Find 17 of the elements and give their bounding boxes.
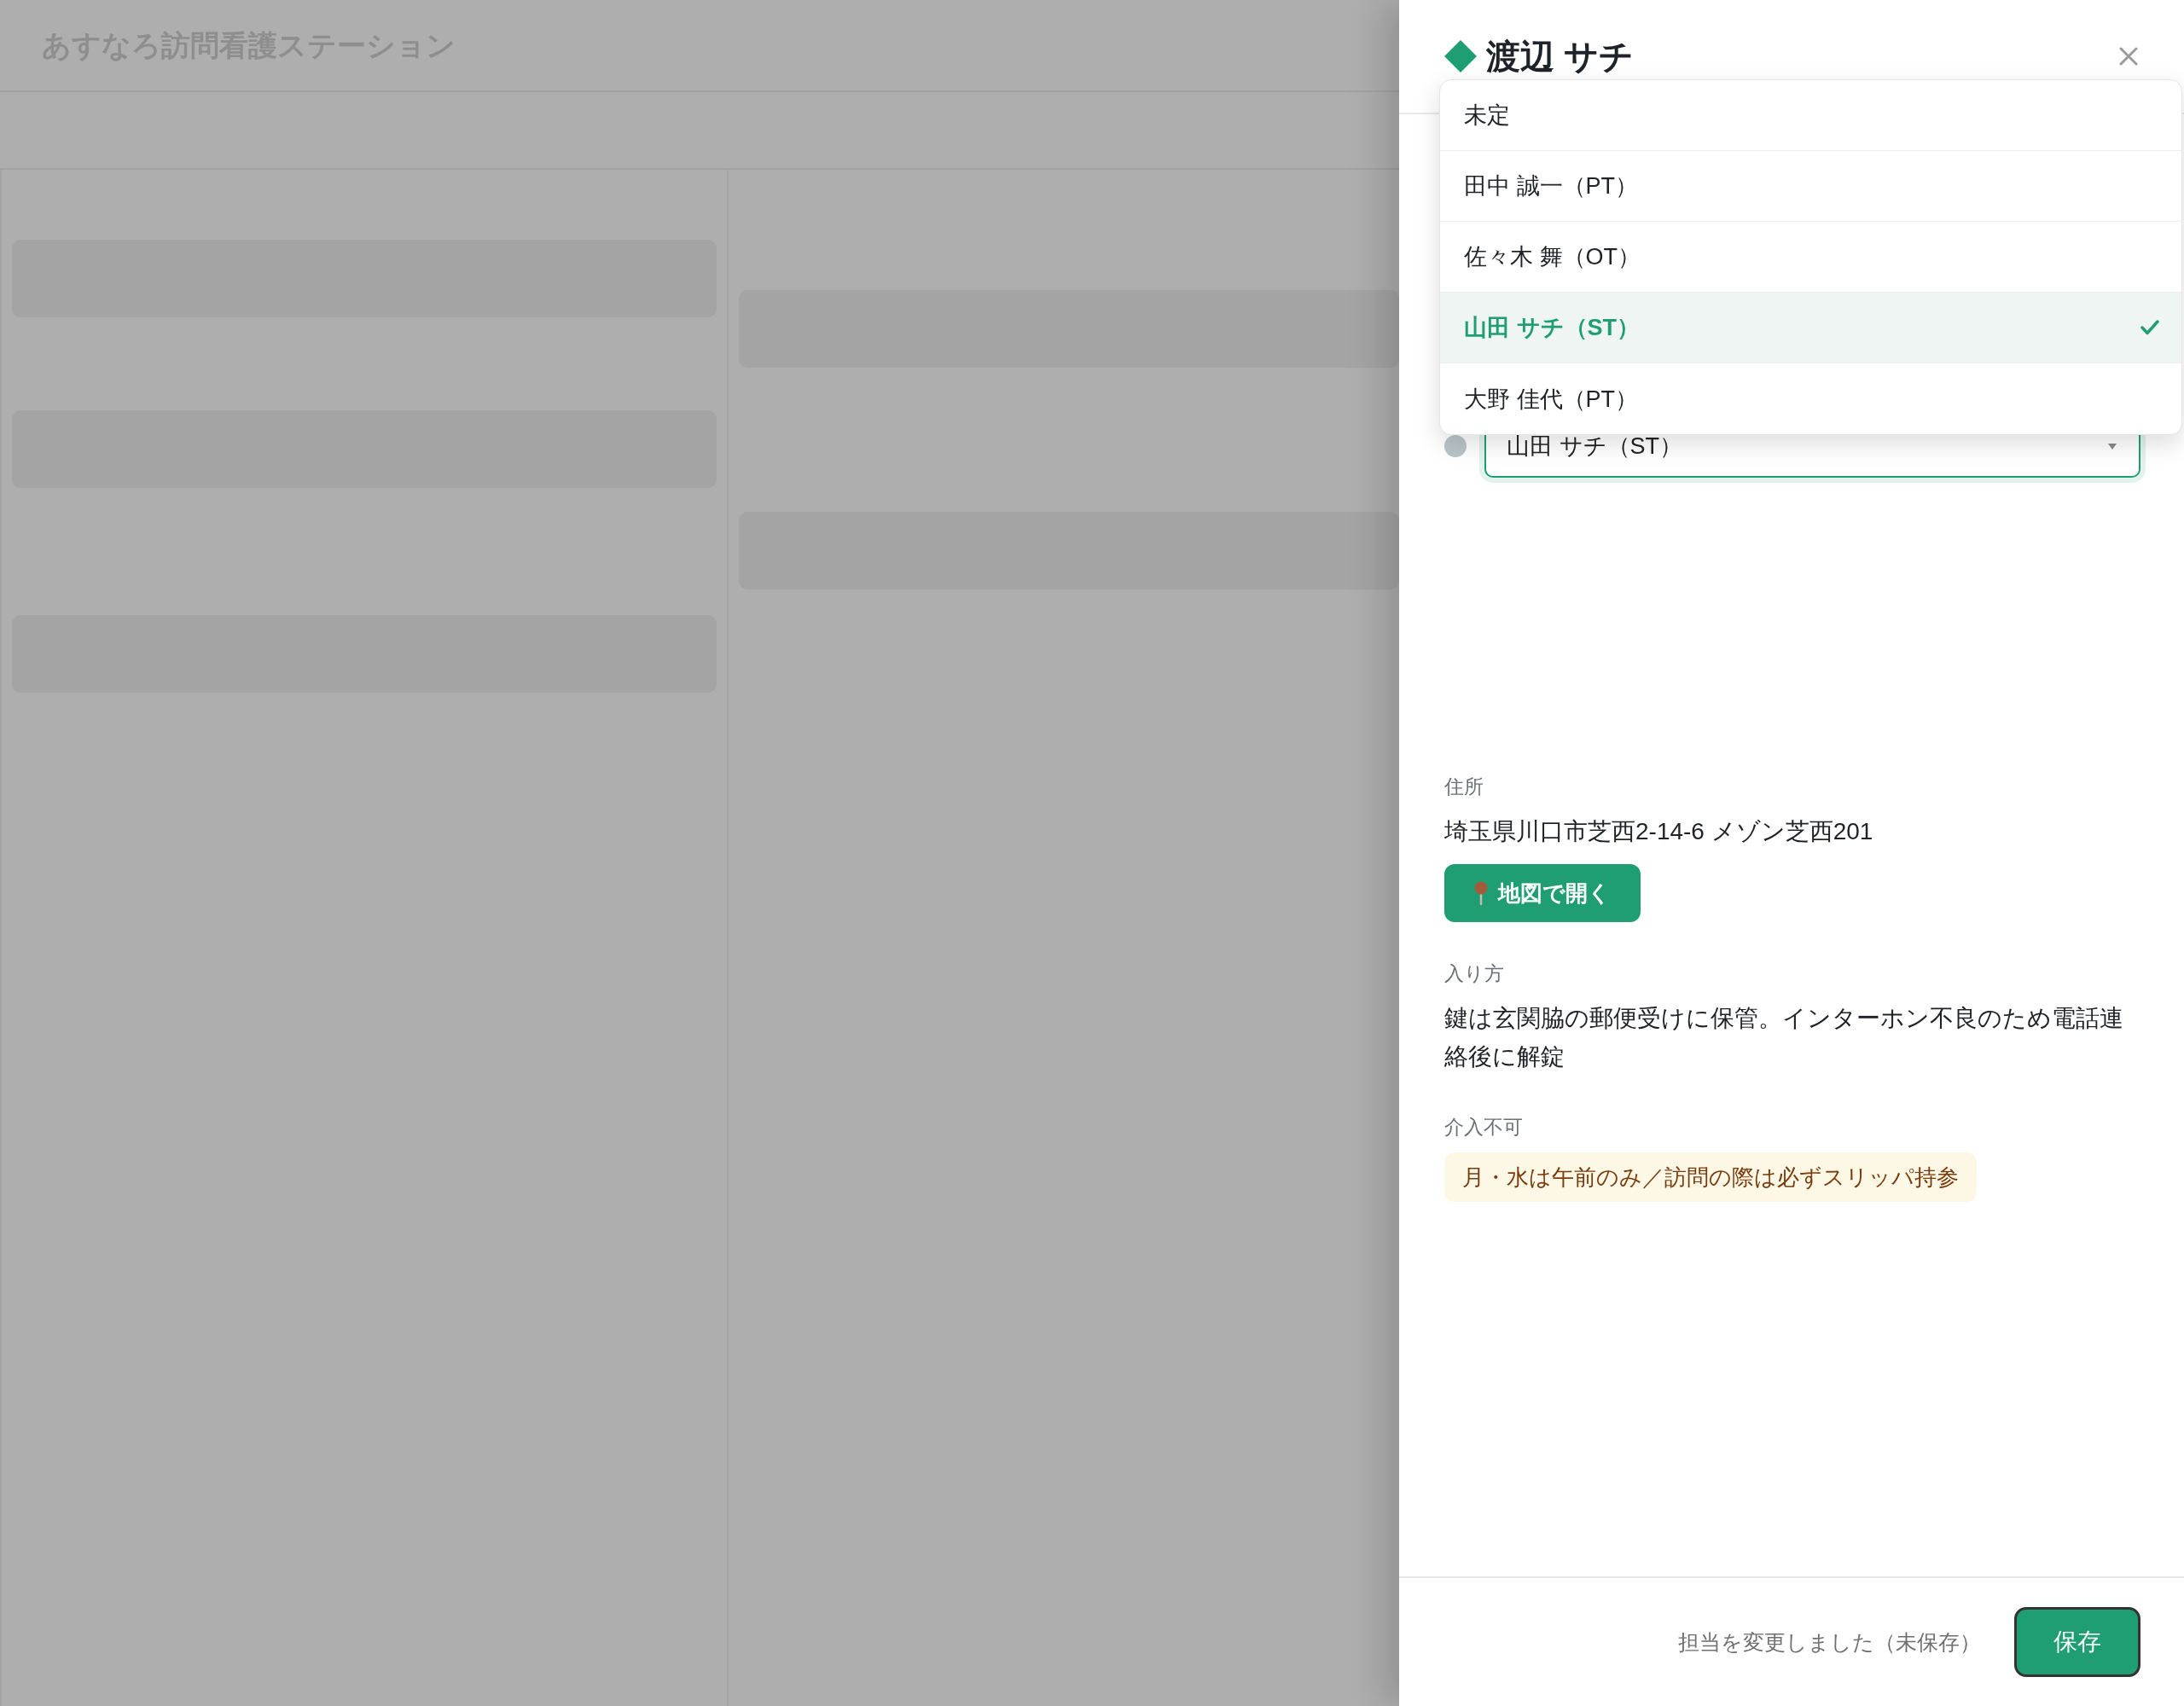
patient-name: 渡辺 サチ [1486, 37, 1635, 77]
diamond-icon [1444, 40, 1477, 73]
close-icon [2119, 47, 2138, 66]
warning-tag: 月・水は午前のみ／訪問の際は必ずスリッパ持参 [1444, 1152, 1977, 1202]
save-status-text: 担当を変更しました（未保存） [1678, 1628, 1981, 1656]
field-label: 入り方 [1444, 961, 1504, 986]
pin-icon [1474, 881, 1488, 905]
field-label: 住所 [1444, 775, 1484, 799]
field-value-text: 埼玉県川口市芝西2-14-6 メゾン芝西201 [1444, 817, 1874, 846]
close-button[interactable] [2119, 47, 2138, 66]
check-icon [2140, 320, 2159, 335]
field-label: 介入不可 [1444, 1115, 1523, 1140]
dropdown-option[interactable]: 田中 誠一（PT） [1440, 151, 2181, 222]
field-value-text: 鍵は玄関脇の郵便受けに保管。インターホン不良のため電話連絡後に解錠 [1444, 1004, 2124, 1071]
dropdown-option[interactable]: 未定 [1440, 80, 2181, 151]
dot-icon [1444, 435, 1467, 457]
caret-icon [2108, 443, 2117, 450]
